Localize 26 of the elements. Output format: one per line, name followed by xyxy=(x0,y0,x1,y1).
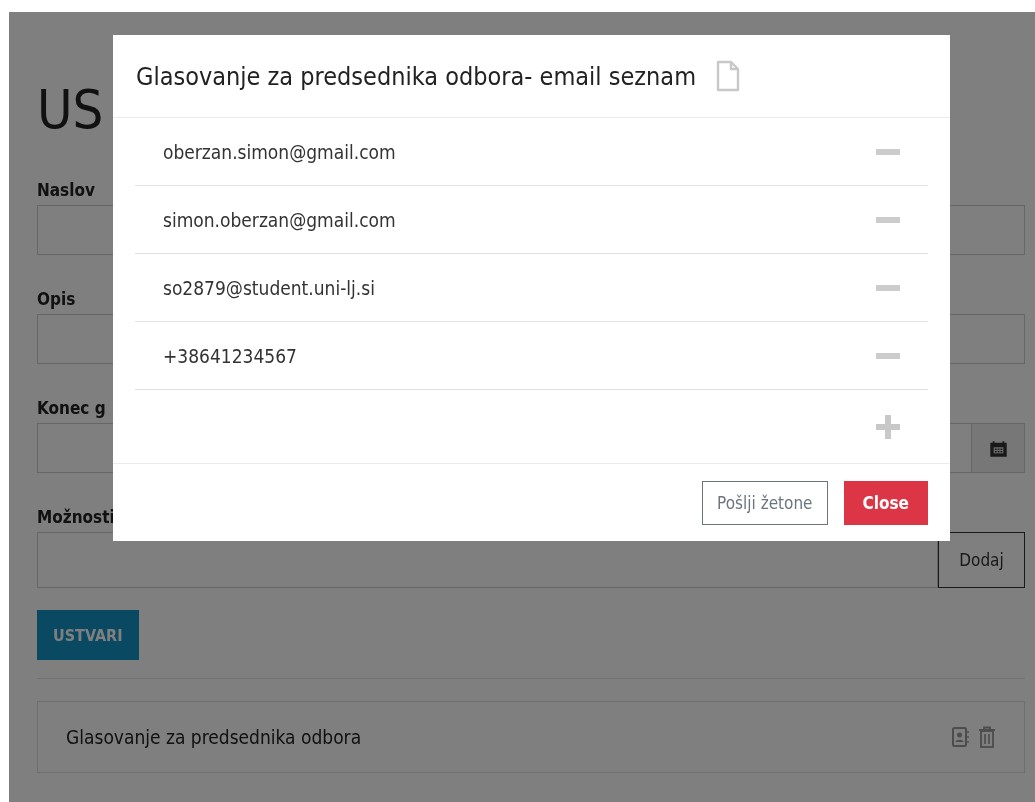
send-tokens-button[interactable]: Pošlji žetone xyxy=(702,480,828,525)
add-icon[interactable] xyxy=(876,414,900,439)
remove-icon[interactable] xyxy=(876,216,900,223)
email-entry: so2879@student.uni-lj.si xyxy=(163,276,375,299)
calendar-icon xyxy=(989,439,1007,457)
remove-icon[interactable] xyxy=(876,284,900,291)
close-button[interactable]: Close xyxy=(843,480,928,525)
email-entry: simon.oberzan@gmail.com xyxy=(163,208,396,231)
remove-icon[interactable] xyxy=(876,352,900,359)
poll-item[interactable]: Glasovanje za predsednika odbora xyxy=(37,701,1025,773)
contact-book-icon[interactable] xyxy=(952,727,970,747)
modal-title: Glasovanje za predsednika odbora- email seznam xyxy=(136,61,697,91)
email-entry: +38641234567 xyxy=(163,344,297,367)
email-entry: oberzan.simon@gmail.com xyxy=(163,140,396,163)
calendar-button[interactable] xyxy=(972,423,1025,473)
document-icon[interactable] xyxy=(716,60,741,92)
field-label: Opis xyxy=(37,289,76,311)
field-label: Možnosti xyxy=(37,507,115,529)
page-heading: US xyxy=(37,77,104,143)
trash-icon[interactable] xyxy=(978,726,996,748)
field-label: Konec g xyxy=(37,398,106,420)
add-button[interactable]: Dodaj xyxy=(938,532,1025,588)
field-label: Naslov xyxy=(37,180,95,202)
poll-title: Glasovanje za predsednika odbora xyxy=(66,726,362,748)
remove-icon[interactable] xyxy=(876,148,900,155)
create-button[interactable]: USTVARI xyxy=(37,610,139,660)
